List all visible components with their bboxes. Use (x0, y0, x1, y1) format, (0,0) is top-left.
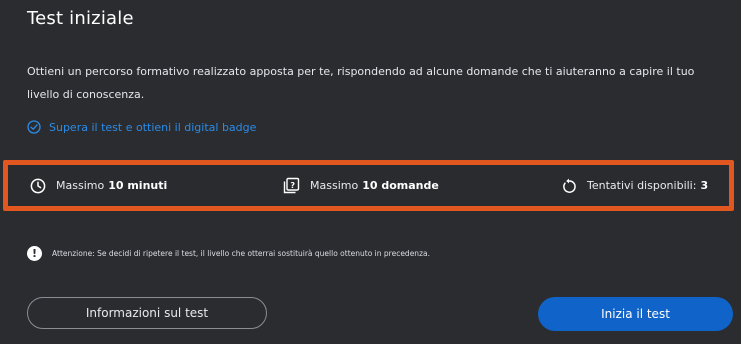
exclamation-circle-icon: ! (27, 246, 42, 261)
retry-icon (561, 178, 577, 194)
digital-badge-text: Supera il test e ottieni il digital badg… (49, 120, 257, 134)
test-info-button[interactable]: Informazioni sul test (27, 297, 267, 329)
test-info-strip: Massimo 10 minuti ? Massimo 10 domande T… (3, 160, 734, 211)
duration-label: Massimo (56, 179, 105, 192)
attempts-info: Tentativi disponibili: 3 (561, 165, 708, 206)
clock-icon (30, 178, 46, 194)
question-list-icon: ? (283, 177, 300, 194)
start-test-button[interactable]: Inizia il test (538, 297, 733, 331)
attempts-label: Tentativi disponibili: (587, 179, 697, 192)
questions-value: 10 domande (362, 179, 439, 192)
svg-text:?: ? (290, 181, 295, 190)
card-description: Ottieni un percorso formativo realizzato… (27, 65, 695, 101)
retake-warning: ! Attenzione: Se decidi di ripetere il t… (27, 246, 430, 261)
card-title: Test iniziale (27, 8, 134, 29)
warning-text: Attenzione: Se decidi di ripetere il tes… (52, 249, 430, 258)
questions-info: ? Massimo 10 domande (283, 165, 439, 206)
check-circle-icon (27, 120, 41, 134)
questions-label: Massimo (310, 179, 359, 192)
attempts-value: 3 (700, 179, 709, 192)
duration-info: Massimo 10 minuti (30, 165, 167, 206)
digital-badge-row: Supera il test e ottieni il digital badg… (27, 120, 256, 134)
initial-test-card: Test iniziale Ottieni un percorso format… (0, 0, 741, 344)
duration-value: 10 minuti (108, 179, 168, 192)
